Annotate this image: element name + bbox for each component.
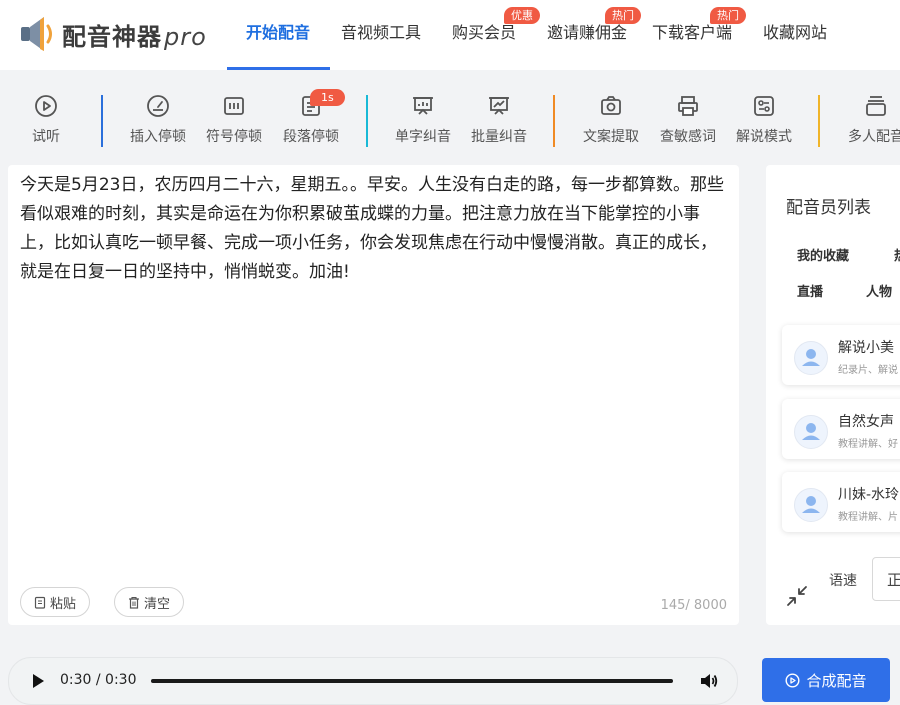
play-circle-icon (785, 672, 800, 688)
toolbar-separator (366, 95, 368, 147)
audio-progress-bar[interactable] (151, 679, 673, 683)
audio-time: 0:30 / 0:30 (60, 672, 137, 688)
avatar (794, 341, 828, 375)
paste-button[interactable]: 粘贴 (20, 587, 91, 617)
brand-name: 配音神器pro (62, 22, 207, 51)
voice-name: 川妹-水玲 (838, 487, 900, 503)
editor-text[interactable]: 今天是5月23日，农历四月二十六，星期五。。早安。人生没有白走的路，每一步都算数… (20, 171, 730, 287)
user-icon (802, 423, 820, 440)
sensitive-words-button[interactable]: 查敏感词 (648, 94, 728, 146)
tab-favorites[interactable]: 我的收藏 (797, 245, 849, 264)
presentation-icon (413, 97, 433, 115)
hot-badge: 热门 (605, 7, 641, 24)
insert-pause-button[interactable]: 插入停顿 (118, 94, 198, 146)
char-counter: 145/ 8000 (660, 598, 727, 613)
synthesize-button[interactable]: 合成配音 (762, 658, 890, 702)
collapse-icon[interactable] (786, 585, 808, 607)
pause-duration-badge: 1s (310, 89, 345, 106)
tab-character[interactable]: 人物 (866, 281, 892, 300)
user-icon (802, 349, 820, 366)
camera-icon (601, 96, 621, 115)
brand-logo[interactable]: 配音神器pro (18, 12, 207, 56)
tab-hot[interactable]: 热 (894, 245, 900, 264)
voice-card[interactable]: 解说小美 纪录片、解说 (782, 325, 900, 385)
avatar (794, 488, 828, 522)
nav-bookmark-site[interactable]: 收藏网站 (763, 0, 827, 70)
user-icon (802, 496, 820, 513)
discount-badge: 优惠 (504, 7, 540, 24)
play-icon[interactable] (31, 673, 45, 689)
toolbar-separator (101, 95, 103, 147)
hot-badge: 热门 (710, 7, 746, 24)
toolbar: 试听 插入停顿 符号停顿 段落停顿 1s 单字纠音 批量纠音 文案提取 查敏感词… (0, 70, 900, 164)
voice-description: 纪录片、解说 (838, 365, 898, 376)
text-extract-button[interactable]: 文案提取 (571, 94, 651, 146)
avatar (794, 415, 828, 449)
symbol-pause-button[interactable]: 符号停顿 (194, 94, 274, 146)
multi-voice-button[interactable]: 多人配音 (836, 94, 900, 146)
audio-player: 0:30 / 0:30 (8, 657, 738, 705)
nav-start-dubbing[interactable]: 开始配音 (246, 0, 310, 70)
text-editor[interactable]: 今天是5月23日，农历四月二十六，星期五。。早安。人生没有白走的路，每一步都算数… (8, 165, 739, 625)
voice-panel: 配音员列表 我的收藏 热 直播 人物 解说小美 纪录片、解说 自然女声 教程讲解… (766, 165, 900, 625)
voice-card[interactable]: 自然女声 教程讲解、好 (782, 399, 900, 459)
speaker-logo-icon (21, 17, 52, 51)
nav-av-tools[interactable]: 音视频工具 (341, 0, 421, 70)
voice-card[interactable]: 川妹-水玲 教程讲解、片 (782, 472, 900, 532)
speed-label: 语速 (829, 573, 857, 589)
volume-icon[interactable] (699, 671, 719, 691)
clear-button[interactable]: 清空 (114, 587, 185, 617)
speed-select[interactable]: 正 (872, 557, 900, 601)
stack-icon (866, 96, 886, 116)
voice-panel-title: 配音员列表 (786, 198, 871, 218)
voice-name: 解说小美 (838, 340, 894, 356)
pause-symbol-icon (224, 97, 244, 115)
trash-icon (129, 596, 139, 609)
settings-panel-icon (754, 96, 774, 116)
voice-description: 教程讲解、好 (838, 439, 898, 450)
toolbar-separator (818, 95, 820, 147)
voice-name: 自然女声 (838, 414, 894, 430)
gauge-icon (147, 95, 169, 117)
preview-button[interactable]: 试听 (6, 94, 86, 146)
commentary-mode-button[interactable]: 解说模式 (724, 94, 804, 146)
paste-icon (34, 596, 46, 609)
voice-description: 教程讲解、片 (838, 512, 898, 523)
play-circle-icon (35, 95, 57, 117)
printer-icon (678, 96, 698, 116)
top-nav: 配音神器pro 开始配音 音视频工具 购买会员 邀请赚佣金 下载客户端 收藏网站… (0, 0, 900, 70)
single-char-correction-button[interactable]: 单字纠音 (383, 94, 463, 146)
toolbar-separator (553, 95, 555, 147)
chart-board-icon (489, 97, 509, 115)
tab-live[interactable]: 直播 (797, 281, 823, 300)
batch-correction-button[interactable]: 批量纠音 (459, 94, 539, 146)
